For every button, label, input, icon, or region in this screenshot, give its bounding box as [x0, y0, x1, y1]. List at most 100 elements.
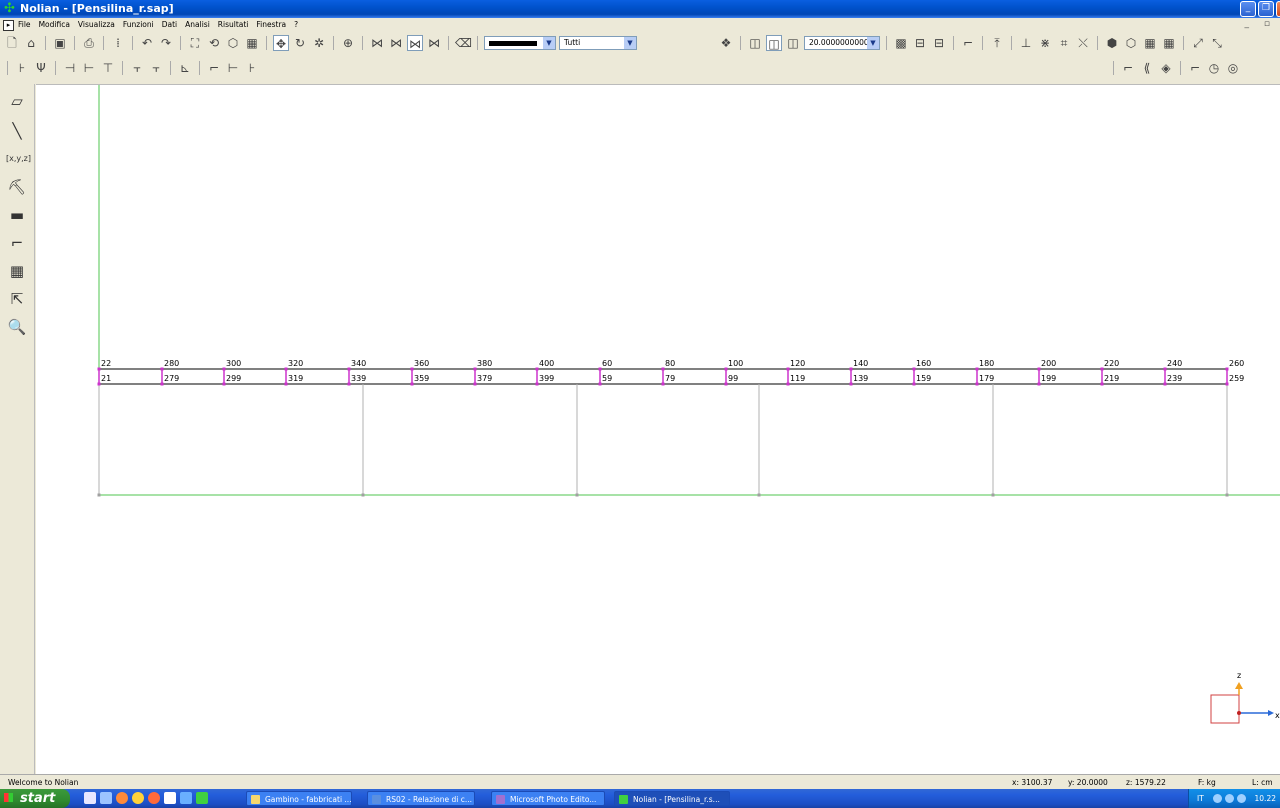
chevron-down-icon[interactable]: ▼	[543, 37, 555, 49]
link3-icon[interactable]: ⊤	[100, 60, 116, 76]
menu-modifica[interactable]: Modifica	[39, 20, 70, 29]
constraint-icon[interactable]: ⋇	[1037, 35, 1053, 51]
support-icon[interactable]: ⊥	[1018, 35, 1034, 51]
close-button[interactable]	[1276, 1, 1280, 17]
tray-icon[interactable]	[1237, 794, 1246, 803]
display-flow-icon[interactable]: ⟪	[1139, 60, 1155, 76]
quicklaunch-icon[interactable]	[100, 792, 112, 804]
menu-visualizza[interactable]: Visualizza	[78, 20, 115, 29]
mdi-controls[interactable]: _ ▫	[1245, 19, 1276, 29]
counter-icon[interactable]: ◎	[1225, 60, 1241, 76]
menu-help[interactable]: ?	[294, 20, 298, 29]
quicklaunch-icon[interactable]	[196, 792, 208, 804]
base-node-marker[interactable]	[757, 493, 761, 497]
view-persp-icon[interactable]: ⋈	[426, 35, 442, 51]
erase-tool-icon[interactable]: ▱	[6, 90, 28, 112]
view-3d-icon[interactable]: ⛶	[187, 35, 203, 51]
chevron-down-icon[interactable]: ▼	[624, 37, 636, 49]
view-yz-icon[interactable]: ⋈	[407, 35, 423, 51]
layer-select[interactable]: Tutti ▼	[559, 36, 637, 50]
ee-icon[interactable]: ⊟	[931, 35, 947, 51]
select-tool-icon[interactable]: ⇱	[6, 288, 28, 310]
quicklaunch-icon[interactable]	[132, 792, 144, 804]
display-diamond-icon[interactable]: ◈	[1158, 60, 1174, 76]
base-node-marker[interactable]	[97, 493, 101, 497]
load-icon[interactable]: ⤒	[989, 35, 1005, 51]
render-icon[interactable]: ▦	[244, 35, 260, 51]
view-xz-icon[interactable]: ⋈	[388, 35, 404, 51]
axis-icon[interactable]: ⌗	[1056, 35, 1072, 51]
section-tool-icon[interactable]: ▬	[6, 204, 28, 226]
release2-icon[interactable]: ⫟	[148, 60, 164, 76]
tile2-icon[interactable]: ▦	[1161, 35, 1177, 51]
cube-icon[interactable]: ⬢	[1104, 35, 1120, 51]
redo-icon[interactable]: ↷	[158, 35, 174, 51]
taskbar-task-active[interactable]: Nolian - [Pensilina_r.s...	[614, 791, 730, 806]
undo-icon[interactable]: ↶	[139, 35, 155, 51]
view-iso-icon[interactable]: ⬡	[225, 35, 241, 51]
line-tool-icon[interactable]: ╲	[6, 120, 28, 142]
fork-icon[interactable]: Ψ	[33, 60, 49, 76]
offset-icon[interactable]: ⊢	[225, 60, 241, 76]
coordinates-tool-icon[interactable]: [x,y,z]	[6, 148, 31, 170]
menu-file[interactable]: File	[18, 20, 31, 29]
arrows2-icon[interactable]: ⤡	[1209, 35, 1225, 51]
menu-analisi[interactable]: Analisi	[185, 20, 210, 29]
new-file-icon[interactable]: 🗋	[4, 35, 20, 51]
menu-risultati[interactable]: Risultati	[218, 20, 249, 29]
model-canvas[interactable]: 22 21 280 279 300 299 320 319 340 339 360 359 380 379…	[36, 84, 1280, 774]
language-indicator[interactable]: IT	[1197, 789, 1204, 808]
taskbar-task[interactable]: Microsoft Photo Edito...	[491, 791, 605, 806]
base-node-marker[interactable]	[991, 493, 995, 497]
grid-icon[interactable]: ⁞	[110, 35, 126, 51]
frame-icon[interactable]: ▩	[893, 35, 909, 51]
tile-icon[interactable]: ▦	[1142, 35, 1158, 51]
dimension-tool-icon[interactable]: ⌐	[6, 232, 28, 254]
mesh-icon[interactable]: ❖	[718, 35, 734, 51]
release-icon[interactable]: ⫟	[129, 60, 145, 76]
menu-dati[interactable]: Dati	[162, 20, 177, 29]
zoom-tool-icon[interactable]: 🔍	[6, 316, 28, 338]
node-type-icon[interactable]: ⌐	[206, 60, 222, 76]
node-icon[interactable]: ⌐	[960, 35, 976, 51]
local-axes-icon[interactable]: ⊾	[177, 60, 193, 76]
maximize-button[interactable]: ❐	[1258, 1, 1274, 17]
line-color-select[interactable]: ▼	[484, 36, 556, 50]
orbit-icon[interactable]: ✲	[311, 35, 327, 51]
document-icon[interactable]: ▸	[3, 20, 14, 31]
view-rotate-icon[interactable]: ⟲	[206, 35, 222, 51]
end-icon[interactable]: ⊦	[244, 60, 260, 76]
minimize-button[interactable]: _	[1240, 1, 1256, 17]
grid-tool-icon[interactable]: ▦	[6, 260, 28, 282]
sd-icon[interactable]: ⊟	[912, 35, 928, 51]
tray-icon[interactable]	[1225, 794, 1234, 803]
chevron-down-icon[interactable]: ▼	[867, 37, 879, 49]
base-node-marker[interactable]	[361, 493, 365, 497]
view-xy-icon[interactable]: ⋈	[369, 35, 385, 51]
section-view-icon[interactable]: ◫	[785, 35, 801, 51]
solid-view-icon[interactable]: ◫	[747, 35, 763, 51]
step-icon[interactable]: ⌐	[1187, 60, 1203, 76]
start-button[interactable]: start	[0, 789, 70, 808]
link-icon[interactable]: ⊣	[62, 60, 78, 76]
nolian-app-icon[interactable]: ✣	[4, 2, 17, 15]
rotate-icon[interactable]: ↻	[292, 35, 308, 51]
quicklaunch-icon[interactable]	[180, 792, 192, 804]
zoom-icon[interactable]: ⊕	[340, 35, 356, 51]
quicklaunch-icon[interactable]	[148, 792, 160, 804]
model-drawing[interactable]: 22 21 280 279 300 299 320 319 340 339 360 359 380 379…	[36, 85, 1280, 775]
quicklaunch-icon[interactable]	[116, 792, 128, 804]
base-node-marker[interactable]	[575, 493, 579, 497]
menu-funzioni[interactable]: Funzioni	[123, 20, 154, 29]
link2-icon[interactable]: ⊢	[81, 60, 97, 76]
taskbar-task[interactable]: RS02 - Relazione di c...	[367, 791, 475, 806]
beam-icon[interactable]: ⊦	[14, 60, 30, 76]
open-file-icon[interactable]: ⌂	[23, 35, 39, 51]
brush-tool-icon[interactable]: ⛏	[6, 176, 28, 198]
size-select[interactable]: 20.0000000000 ▼	[804, 36, 880, 50]
quicklaunch-icon[interactable]	[164, 792, 176, 804]
taskbar-task[interactable]: Gambino - fabbricati ...	[246, 791, 352, 806]
base-node-marker[interactable]	[1225, 493, 1229, 497]
tray-icon[interactable]	[1213, 794, 1222, 803]
clock-icon[interactable]: ◷	[1206, 60, 1222, 76]
